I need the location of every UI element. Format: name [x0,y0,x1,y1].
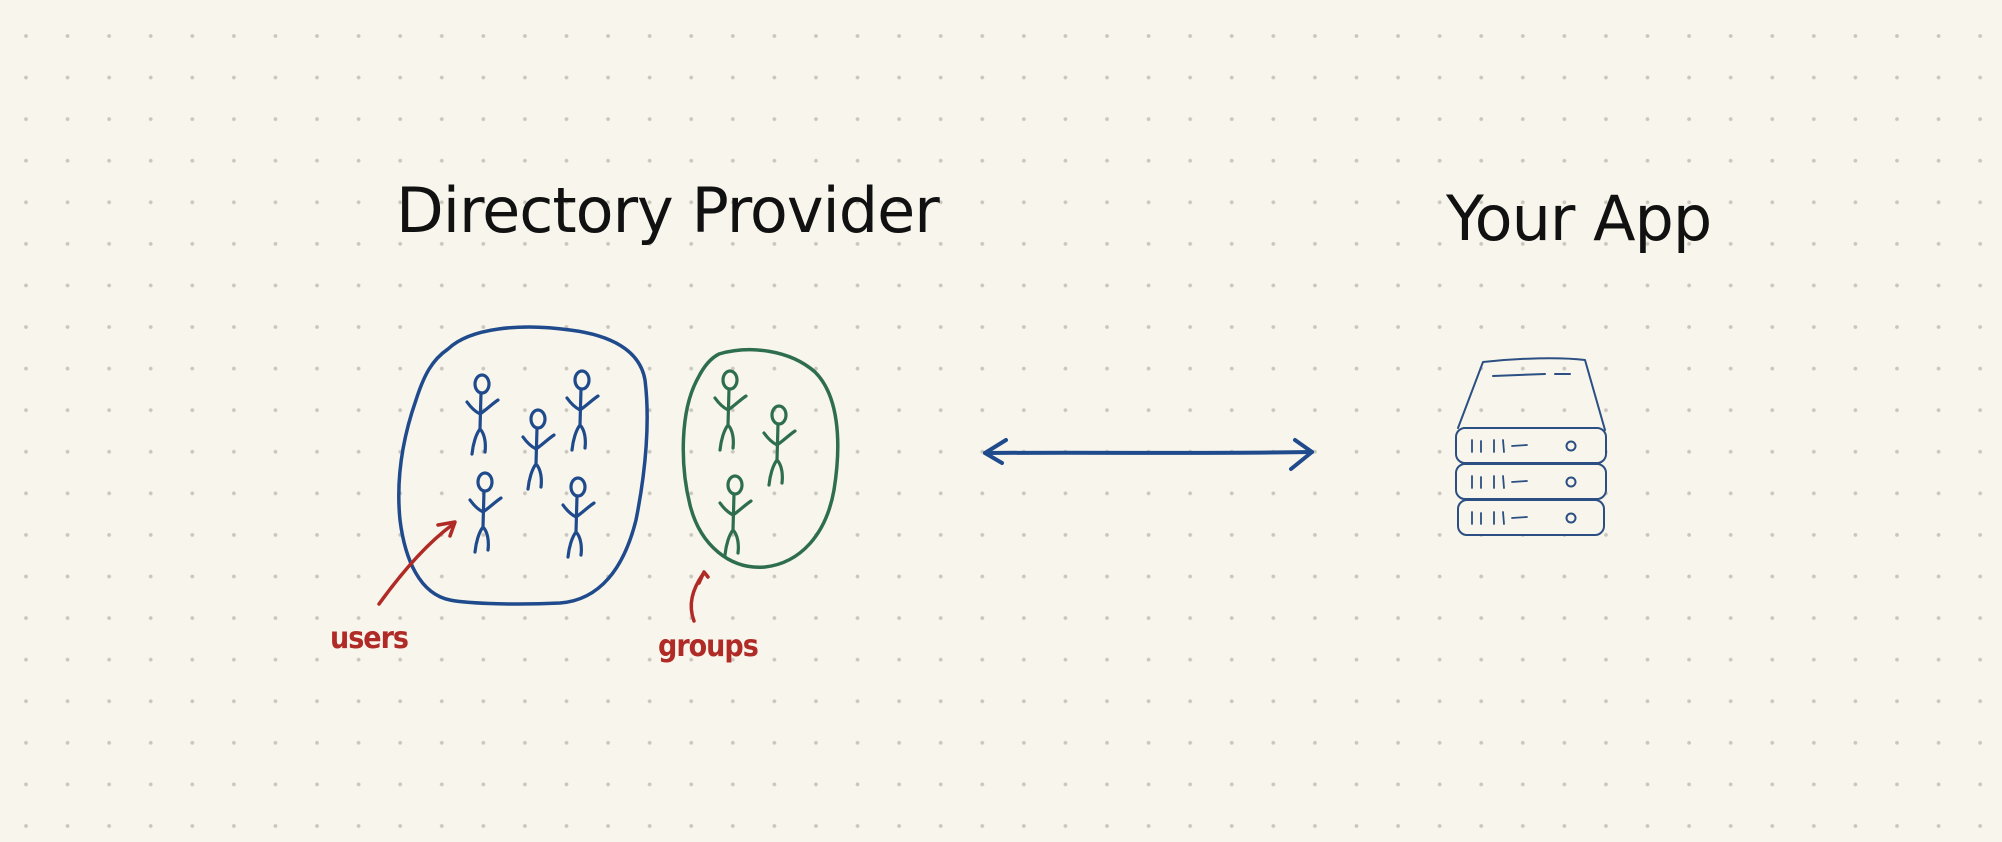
figure-head [473,373,491,395]
directory-provider-title: Directory Provider [396,174,940,247]
server-top [1457,357,1606,431]
figure-body [561,494,596,559]
user-figure-icon [561,476,596,559]
groups-label: groups [658,629,758,664]
users-label: users [330,621,408,656]
users-annotation: users [330,520,457,656]
figure-head [569,476,587,498]
user-figure-icon [565,369,600,452]
server-icon [1455,357,1607,536]
figure-head [573,369,591,391]
sync-arrow-line [983,450,1314,455]
user-figure-icon [468,471,503,554]
groups-annotation: groups [658,570,759,664]
server-unit [1455,427,1607,464]
figure-head [721,369,739,391]
figure-body [465,391,500,456]
sync-arrow [983,438,1314,471]
users-arrow [377,523,454,606]
figure-body [468,489,503,554]
server-top-lines [1492,373,1571,377]
figure-head [770,404,788,426]
server-unit-body [1455,427,1607,464]
group-member-figure-icon [713,369,748,452]
users-group [397,325,649,606]
groups-arrowhead-icon [697,570,710,585]
figure-body [762,422,797,487]
arrow-right-icon [1289,438,1314,471]
figure-body [718,492,753,557]
user-figure-icon [465,373,500,456]
server-unit [1455,463,1607,500]
groups-group [681,348,840,569]
diagram-canvas: Directory Provider Your App users groups [330,174,1712,664]
group-member-figure-icon [718,474,753,557]
groups-circle [681,348,840,569]
figure-body [713,387,748,452]
server-unit-body [1457,499,1605,536]
server-unit [1457,499,1605,536]
your-app-title: Your App [1445,182,1711,255]
figure-head [726,474,744,496]
figure-head [529,408,547,430]
figure-body [521,426,556,491]
figure-body [565,387,600,452]
user-figure-icon [521,408,556,491]
figure-head [476,471,494,493]
users-circle [397,325,649,606]
group-member-figure-icon [762,404,797,487]
server-unit-body [1455,463,1607,500]
